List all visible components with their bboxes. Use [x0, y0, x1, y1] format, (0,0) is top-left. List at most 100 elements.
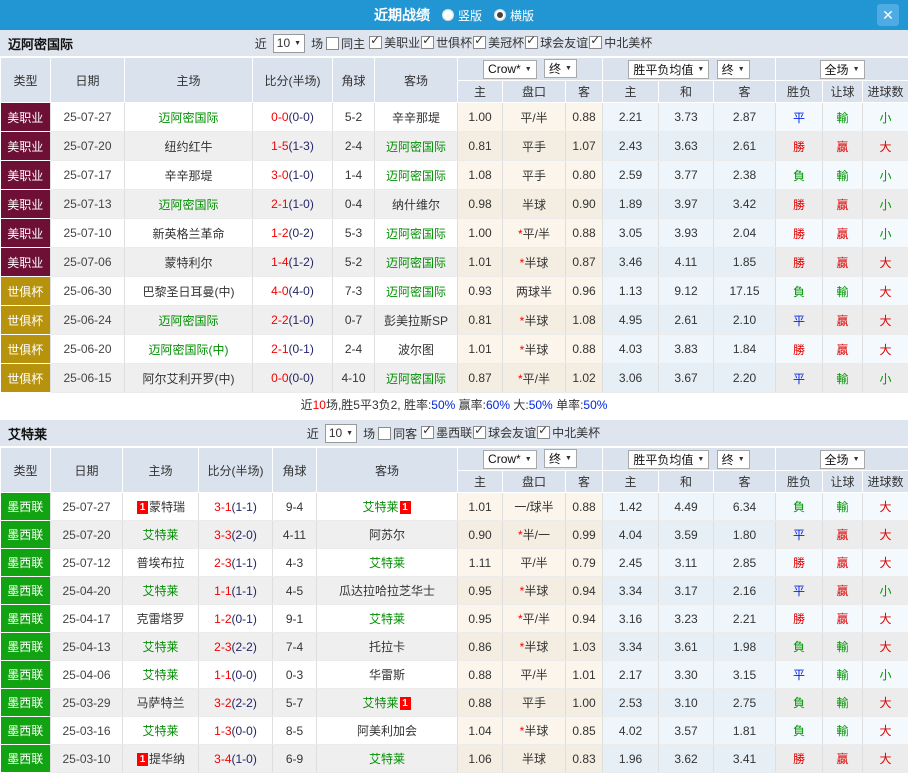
league-filter[interactable]: 中北美杯 [589, 34, 652, 51]
league-filter[interactable]: 中北美杯 [537, 424, 600, 441]
view-mode-horizontal[interactable]: 横版 [494, 7, 534, 24]
home-team: 普埃布拉 [123, 549, 199, 577]
checkbox-checked-icon[interactable] [369, 36, 382, 49]
handicap: 两球半 [503, 277, 566, 306]
same-home-label: 同主 [341, 35, 365, 52]
league-type: 墨西联 [1, 661, 51, 689]
league-type: 世俱杯 [1, 277, 51, 306]
match-count-dropdown[interactable]: 10▼ [325, 424, 357, 443]
odds-away: 1.01 [566, 661, 603, 689]
away-team: 艾特莱1 [317, 493, 458, 521]
chevron-down-icon: ▼ [525, 66, 532, 73]
checkbox-checked-icon[interactable] [589, 36, 602, 49]
avg-lose: 1.84 [714, 335, 776, 364]
halftime-score: (0-0) [289, 371, 314, 385]
avg-period-dropdown[interactable]: 终▼ [717, 450, 750, 469]
chevron-down-icon: ▼ [346, 430, 353, 437]
match-row: 世俱杯25-06-24迈阿密国际2-2(1-0)0-7彭美拉斯SP0.81*半球… [1, 306, 908, 335]
sub-avg-draw: 和 [659, 81, 714, 103]
red-card-icon: 1 [137, 753, 148, 766]
league-type: 墨西联 [1, 549, 51, 577]
odds-company-dropdown[interactable]: Crow*▼ [483, 60, 537, 79]
view-mode-vertical[interactable]: 竖版 [442, 7, 482, 24]
avg-period-dropdown[interactable]: 终▼ [717, 60, 750, 79]
sub-home-odds: 主 [458, 81, 503, 103]
same-home-filter[interactable]: 同主 [326, 35, 365, 52]
checkbox-icon[interactable] [326, 37, 339, 50]
match-count-dropdown[interactable]: 10▼ [273, 34, 305, 53]
avg-lose: 17.15 [714, 277, 776, 306]
league-filter[interactable]: 墨西联 [421, 424, 472, 441]
radio-icon-horizontal[interactable] [494, 9, 506, 21]
checkbox-checked-icon[interactable] [525, 36, 538, 49]
avg-draw: 3.57 [659, 717, 714, 745]
score: 1-1(1-1) [199, 577, 273, 605]
handicap: *半球 [503, 577, 566, 605]
halftime-score: (1-0) [289, 197, 314, 211]
away-team: 艾特莱1 [317, 689, 458, 717]
fulltime-score: 2-3 [214, 640, 231, 654]
away-team: 辛辛那堤 [375, 103, 458, 132]
checkbox-checked-icon[interactable] [473, 426, 486, 439]
result-wdl: 平 [776, 103, 823, 132]
same-away-filter[interactable]: 同客 [378, 425, 417, 442]
checkbox-checked-icon[interactable] [473, 36, 486, 49]
away-team-name: 艾特莱 [362, 696, 398, 710]
col-away: 客场 [375, 58, 458, 103]
result-wdl: 平 [776, 306, 823, 335]
red-card-icon: 1 [400, 697, 411, 710]
away-team: 迈阿密国际 [375, 248, 458, 277]
handicap: 平手 [503, 689, 566, 717]
avg-dropdown[interactable]: 胜平负均值▼ [628, 60, 709, 79]
odds-period-dropdown[interactable]: 终▼ [544, 449, 577, 468]
odds-period-dropdown[interactable]: 终▼ [544, 59, 577, 78]
odds-away: 1.08 [566, 306, 603, 335]
scope-dropdown[interactable]: 全场▼ [820, 60, 865, 79]
sub-result-handicap: 让球 [823, 81, 863, 103]
avg-draw: 3.10 [659, 689, 714, 717]
corners: 4-3 [273, 549, 317, 577]
league-filter-label: 墨西联 [436, 424, 472, 441]
match-date: 25-07-12 [51, 549, 123, 577]
checkbox-checked-icon[interactable] [537, 426, 550, 439]
close-icon[interactable]: ✕ [877, 4, 899, 26]
league-filter[interactable]: 球会友谊 [525, 34, 588, 51]
chevron-down-icon: ▼ [738, 456, 745, 463]
home-team: 迈阿密国际(中) [125, 335, 253, 364]
result-goals: 小 [863, 190, 908, 219]
league-filter[interactable]: 美冠杯 [473, 34, 524, 51]
league-type: 墨西联 [1, 577, 51, 605]
radio-icon-vertical[interactable] [442, 9, 454, 21]
summary-segment: 赢率: [455, 396, 486, 413]
fulltime-score: 1-3 [214, 724, 231, 738]
league-filter[interactable]: 美职业 [369, 34, 420, 51]
odds-company-dropdown[interactable]: Crow*▼ [483, 450, 537, 469]
avg-draw: 3.83 [659, 335, 714, 364]
avg-draw: 3.63 [659, 132, 714, 161]
checkbox-checked-icon[interactable] [421, 36, 434, 49]
chevron-down-icon: ▼ [525, 456, 532, 463]
odds-away: 0.96 [566, 277, 603, 306]
checkbox-checked-icon[interactable] [421, 426, 434, 439]
avg-lose: 1.98 [714, 633, 776, 661]
odds-home: 0.88 [458, 689, 503, 717]
avg-win: 1.96 [603, 745, 659, 773]
home-team: 阿尔艾利开罗(中) [125, 364, 253, 393]
odds-home: 0.93 [458, 277, 503, 306]
sub-avg-lose: 客 [714, 81, 776, 103]
team-name-miami: 迈阿密国际 [8, 34, 73, 53]
match-row: 墨西联25-03-16艾特莱1-3(0-0)8-5阿美利加会1.04*半球0.8… [1, 717, 908, 745]
home-team: 艾特莱 [123, 521, 199, 549]
league-filter[interactable]: 球会友谊 [473, 424, 536, 441]
avg-win: 2.21 [603, 103, 659, 132]
fulltime-score: 3-1 [214, 500, 231, 514]
same-away-label: 同客 [393, 425, 417, 442]
filters-atlante: 近 10▼ 场 同客 墨西联球会友谊中北美杯 [307, 424, 601, 443]
scope-dropdown[interactable]: 全场▼ [820, 450, 865, 469]
checkbox-icon[interactable] [378, 427, 391, 440]
home-team-name: 纽约红牛 [164, 140, 212, 154]
result-goals: 大 [863, 689, 908, 717]
avg-dropdown[interactable]: 胜平负均值▼ [628, 450, 709, 469]
league-filter[interactable]: 世俱杯 [421, 34, 472, 51]
league-type: 美职业 [1, 132, 51, 161]
